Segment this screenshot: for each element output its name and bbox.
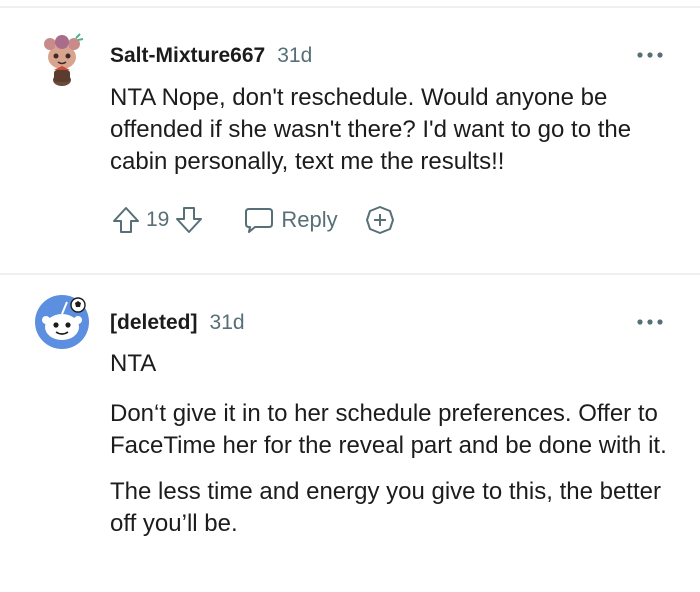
user-avatar[interactable]	[34, 30, 90, 86]
comment-divider	[0, 273, 700, 275]
timestamp[interactable]: 31d	[210, 311, 245, 335]
snoo-avatar-default-icon	[35, 295, 89, 349]
timestamp[interactable]: 31d	[277, 44, 312, 68]
comment-actions: 19 Reply	[108, 202, 398, 238]
comment-text: Don‘t give it in to her schedule prefere…	[110, 400, 667, 459]
top-divider	[0, 6, 700, 8]
downvote-button[interactable]	[171, 202, 207, 238]
user-avatar[interactable]	[34, 294, 90, 350]
vote-score: 19	[146, 208, 170, 231]
reply-button[interactable]: Reply	[243, 202, 338, 238]
comment-body: NTA Don‘t give it in to her schedule pre…	[110, 348, 680, 554]
username[interactable]: [deleted]	[110, 311, 198, 335]
snoo-avatar-flower-icon	[44, 33, 84, 86]
add-award-icon	[365, 206, 394, 234]
upvote-button[interactable]	[108, 202, 144, 238]
comment-meta: [deleted] 31d	[110, 311, 245, 335]
reply-label: Reply	[281, 207, 338, 232]
comment-meta: Salt-Mixture667 31d	[110, 44, 312, 68]
more-options-icon[interactable]	[636, 317, 664, 327]
upvote-icon	[113, 207, 139, 233]
downvote-icon	[176, 207, 203, 233]
comment-text: NTA Nope, don't reschedule. Would anyone…	[110, 84, 632, 175]
more-options-icon[interactable]	[636, 50, 664, 60]
reply-bubble-icon	[245, 208, 274, 233]
comment-text: NTA	[110, 350, 157, 377]
username[interactable]: Salt-Mixture667	[110, 44, 265, 68]
award-button[interactable]	[362, 202, 398, 238]
comment-body: NTA Nope, don't reschedule. Would anyone…	[110, 82, 680, 192]
comment-text: The less time and energy you give to thi…	[110, 478, 661, 537]
